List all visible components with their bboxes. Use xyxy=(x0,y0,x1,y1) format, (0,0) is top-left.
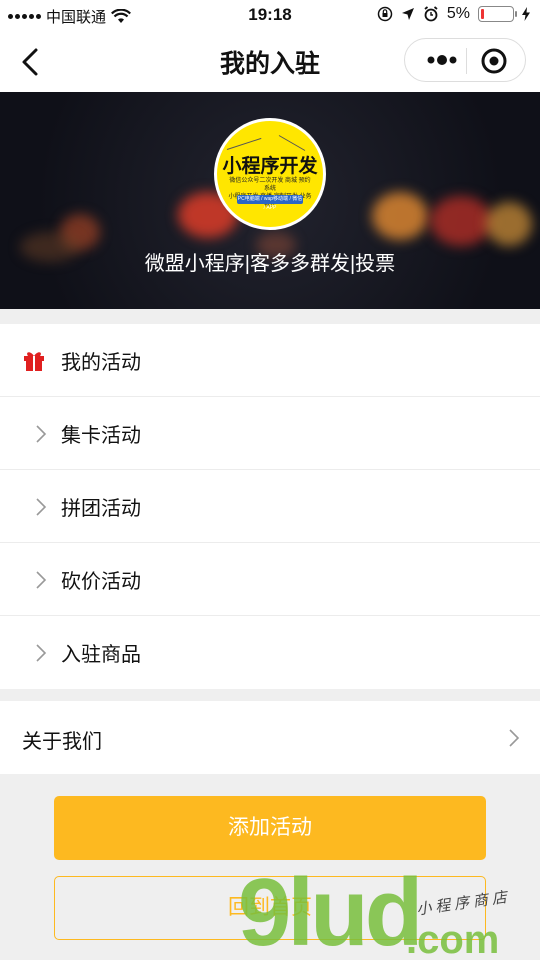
menu-item-group-buy[interactable]: 拼团活动 xyxy=(0,470,540,543)
charging-icon xyxy=(522,7,530,21)
logo-decor-line xyxy=(278,135,306,151)
location-icon xyxy=(401,8,414,20)
logo-title: 小程序开发 xyxy=(222,156,318,177)
chevron-right-icon xyxy=(509,729,520,747)
banner-bokeh xyxy=(430,196,492,246)
status-right: 5% xyxy=(377,5,530,23)
menu-item-label: 砍价活动 xyxy=(61,570,141,593)
banner-bokeh xyxy=(372,192,428,240)
logo-line-1: 微信公众号二次开发 商城 预约系统 xyxy=(229,178,311,192)
brand-logo: 小程序开发 微信公众号二次开发 商城 预约系统 小程序开发 直播 定制开发 业务… xyxy=(214,118,326,230)
activity-menu: 我的活动 集卡活动 拼团活动 砍价活动 入驻商品 xyxy=(0,324,540,689)
menu-item-label: 入驻商品 xyxy=(61,644,141,666)
menu-item-goods[interactable]: 入驻商品 xyxy=(0,616,540,689)
miniprogram-capsule xyxy=(404,38,526,82)
menu-item-bargain[interactable]: 砍价活动 xyxy=(0,543,540,616)
banner-caption: 微盟小程序|客多多群发|投票 xyxy=(144,253,396,275)
chevron-right-icon xyxy=(36,571,47,589)
banner: 小程序开发 微信公众号二次开发 商城 预约系统 小程序开发 直播 定制开发 业务… xyxy=(0,92,540,309)
back-home-button[interactable]: 回到首页 xyxy=(54,876,486,940)
menu-header-label: 我的活动 xyxy=(61,351,141,374)
status-bar: 中国联通 19:18 5% xyxy=(0,0,540,30)
chevron-right-icon xyxy=(36,498,47,516)
menu-item-card-collect[interactable]: 集卡活动 xyxy=(0,397,540,470)
nav-bar: 我的入驻 xyxy=(0,30,540,92)
target-circle-icon[interactable] xyxy=(480,47,508,75)
logo-decor-line xyxy=(226,137,262,150)
chevron-right-icon xyxy=(36,644,47,662)
more-dots-icon[interactable] xyxy=(419,49,465,71)
battery-icon xyxy=(478,6,517,22)
menu-item-label: 拼团活动 xyxy=(61,497,141,520)
gift-icon xyxy=(24,352,44,371)
battery-percent: 5% xyxy=(446,5,470,22)
menu-header-my-activities[interactable]: 我的活动 xyxy=(0,324,540,397)
capsule-divider xyxy=(466,48,467,74)
alarm-icon xyxy=(424,6,438,22)
menu-item-label: 集卡活动 xyxy=(61,424,141,447)
add-activity-button[interactable]: 添加活动 xyxy=(54,796,486,860)
orientation-lock-icon xyxy=(377,6,393,22)
about-us-label: 关于我们 xyxy=(22,731,102,753)
logo-band: PC电脑端 / wap移动端 / 微信 / APP xyxy=(237,195,303,211)
about-us-row[interactable]: 关于我们 xyxy=(0,701,540,774)
chevron-right-icon xyxy=(36,425,47,443)
banner-bokeh xyxy=(486,202,532,246)
